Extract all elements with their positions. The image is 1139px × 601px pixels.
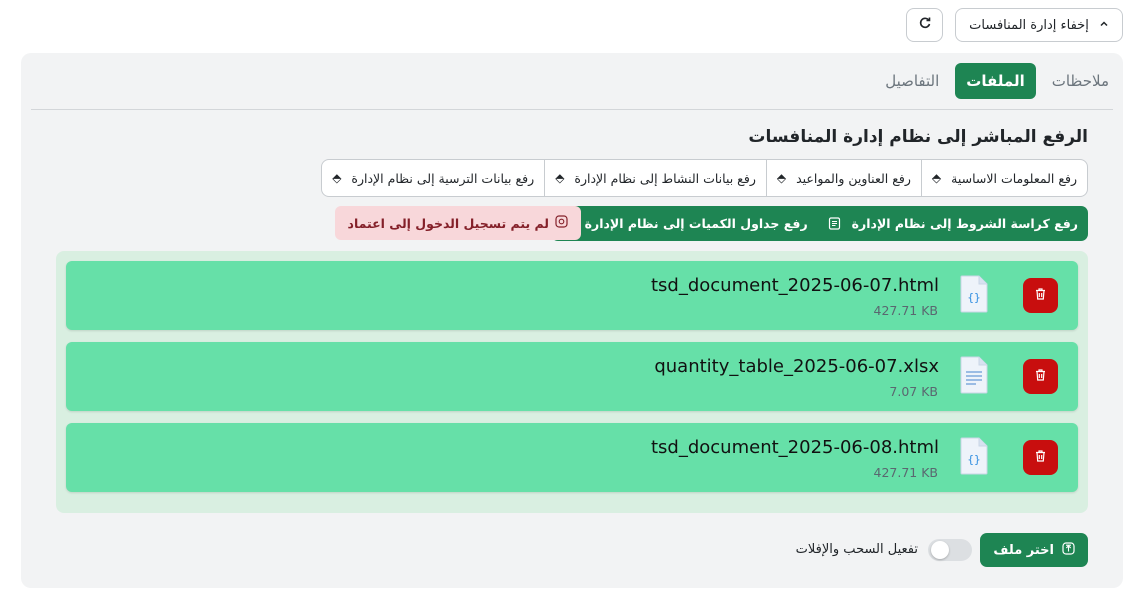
top-bar: إخفاء إدارة المنافسات [906,6,1123,44]
choose-file-button[interactable]: اختر ملف [980,533,1088,567]
upload-arrow-icon: ⬘ [931,171,942,185]
document-list-icon [828,217,842,231]
upload-arrow-icon: ⬘ [776,171,787,185]
tabs: التفاصيل الملفات ملاحظات [885,63,1109,99]
file-size: 7.07 KB [889,384,938,399]
upload-icon [1062,541,1075,559]
trash-icon [1034,286,1047,305]
upload-quantity-tables-button[interactable]: رفع جداول الكميات إلى نظام الإدارة [551,206,818,241]
trash-icon [1034,448,1047,467]
delete-button[interactable] [1023,278,1058,313]
delete-button[interactable] [1023,359,1058,394]
toggle-management-label: إخفاء إدارة المنافسات [969,17,1089,33]
file-item: {} tsd_document_2025-06-08.html 427.71 K… [66,423,1078,492]
upload-activity-label: رفع بيانات النشاط إلى نظام الإدارة [574,170,756,186]
code-file-icon: {} [960,275,988,313]
upload-award-button[interactable]: رفع بيانات الترسية إلى نظام الإدارة ⬘ [322,160,544,196]
upload-button-group: رفع المعلومات الاساسية ⬘ رفع العناوين وا… [321,159,1088,197]
refresh-button[interactable] [906,8,943,42]
tab-details[interactable]: التفاصيل [885,63,939,99]
competition-management-panel: التفاصيل الملفات ملاحظات الرفع المباشر إ… [21,53,1123,588]
file-item: {} tsd_document_2025-06-07.html 427.71 K… [66,261,1078,330]
upload-terms-booklet-label: رفع كراسة الشروط إلى نظام الإدارة [851,216,1078,231]
upload-activity-button[interactable]: رفع بيانات النشاط إلى نظام الإدارة ⬘ [544,160,766,196]
file-name: quantity_table_2025-06-07.xlsx [654,356,939,377]
refresh-icon [918,16,932,34]
warning-icon [555,215,568,231]
dragdrop-toggle[interactable] [928,539,972,561]
code-file-icon: {} [960,437,988,475]
upload-arrow-icon: ⬘ [332,171,342,185]
upload-quantity-tables-label: رفع جداول الكميات إلى نظام الإدارة [584,216,808,231]
delete-button[interactable] [1023,440,1058,475]
file-name: tsd_document_2025-06-08.html [650,437,939,458]
toggle-management-button[interactable]: إخفاء إدارة المنافسات [955,8,1123,42]
login-alert: لم يتم تسجيل الدخول إلى اعتماد [334,206,581,240]
upload-addresses-label: رفع العناوين والمواعيد [796,170,911,186]
svg-text:{}: {} [967,291,980,304]
upload-award-label: رفع بيانات الترسية إلى نظام الإدارة [351,170,535,186]
green-upload-group: رفع كراسة الشروط إلى نظام الإدارة رفع جد… [550,206,1088,241]
file-size: 427.71 KB [873,303,938,318]
upload-basic-info-button[interactable]: رفع المعلومات الاساسية ⬘ [920,160,1087,196]
file-size: 427.71 KB [873,465,938,480]
upload-terms-booklet-button[interactable]: رفع كراسة الشروط إلى نظام الإدارة [818,206,1088,241]
choose-file-label: اختر ملف [993,542,1054,558]
toggle-knob [931,541,949,559]
upload-addresses-button[interactable]: رفع العناوين والمواعيد ⬘ [765,160,921,196]
trash-icon [1034,367,1047,386]
chevron-up-icon [1099,18,1109,33]
section-title: الرفع المباشر إلى نظام إدارة المنافسات [748,127,1088,147]
svg-text:{}: {} [967,453,980,466]
file-item: quantity_table_2025-06-07.xlsx 7.07 KB [66,342,1078,411]
files-list: {} tsd_document_2025-06-07.html 427.71 K… [56,251,1088,513]
dragdrop-label: تفعيل السحب والإفلات [795,542,918,557]
upload-basic-info-label: رفع المعلومات الاساسية [951,170,1077,186]
tab-files[interactable]: الملفات [955,63,1036,99]
text-file-icon [960,356,988,394]
file-name: tsd_document_2025-06-07.html [650,275,939,296]
tabs-divider [31,109,1113,110]
upload-arrow-icon: ⬘ [555,171,565,185]
tab-notes[interactable]: ملاحظات [1052,63,1109,99]
login-alert-text: لم يتم تسجيل الدخول إلى اعتماد [347,215,549,231]
